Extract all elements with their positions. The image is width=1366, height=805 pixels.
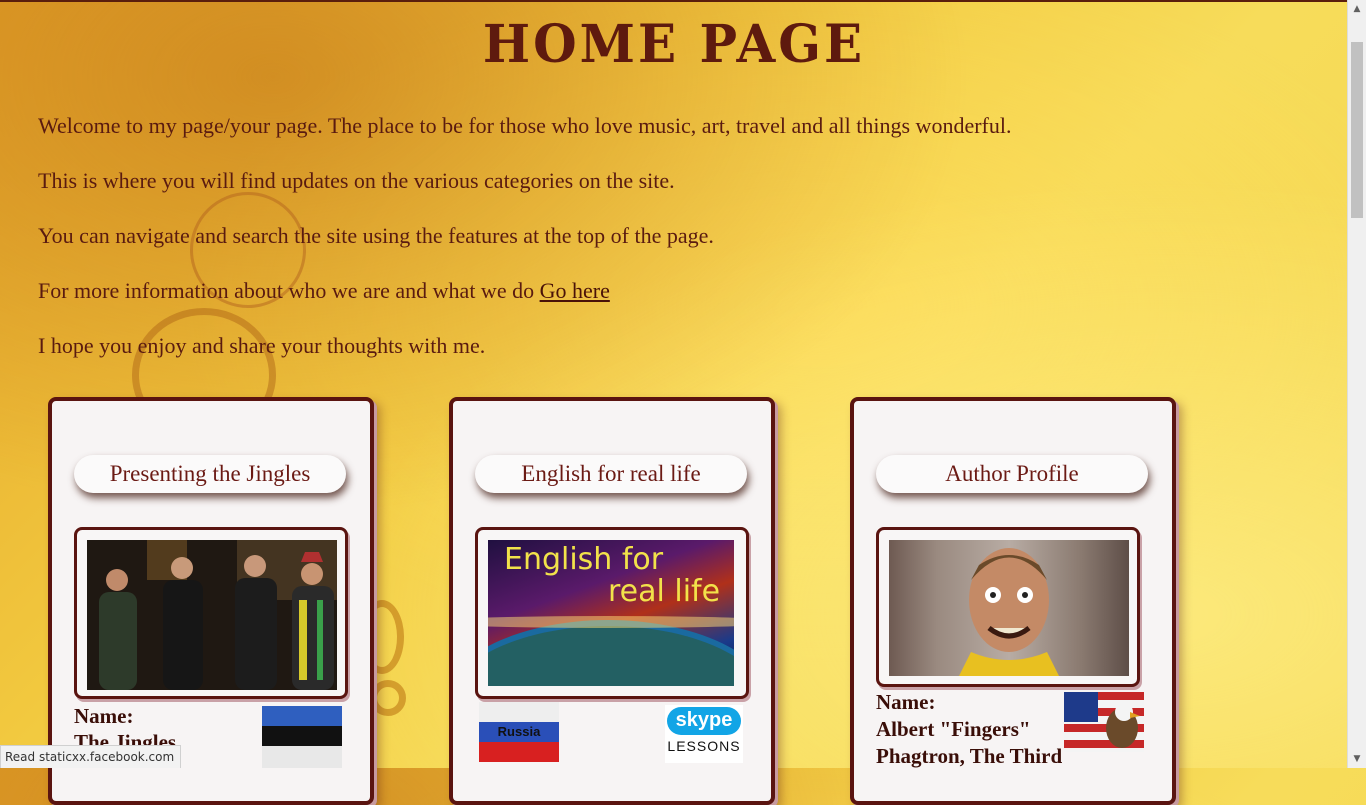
top-border-line: [0, 0, 1348, 2]
banner-line2: real life: [608, 574, 721, 609]
card-title-button[interactable]: Author Profile: [876, 455, 1148, 493]
estonia-flag-icon: [262, 706, 342, 768]
intro-paragraph: I hope you enjoy and share your thoughts…: [38, 333, 486, 358]
skype-lessons-logo: skype LESSONS: [665, 705, 743, 763]
author-illustration: [959, 548, 1059, 676]
skype-label: skype: [667, 707, 741, 735]
russia-label: Russia: [497, 724, 541, 739]
intro-paragraph-more-info: For more information about who we are an…: [38, 278, 610, 304]
card-english: English for real life English for real l…: [449, 397, 775, 805]
photo-frame: English for real life: [475, 527, 749, 699]
photo-frame: [74, 527, 348, 699]
scroll-down-arrow-icon[interactable]: ▼: [1348, 750, 1366, 768]
banner-line1: English for: [504, 542, 664, 577]
card-author-profile: Author Profile Name: Albert "Fingers" Ph…: [850, 397, 1176, 805]
card-title-button[interactable]: English for real life: [475, 455, 747, 493]
jingles-band-photo[interactable]: [87, 540, 337, 690]
card-title-button[interactable]: Presenting the Jingles: [74, 455, 346, 493]
eagle-icon: [1106, 703, 1140, 748]
english-banner-image[interactable]: English for real life: [488, 540, 734, 686]
scroll-up-arrow-icon[interactable]: ▲: [1348, 0, 1366, 18]
intro-paragraph: This is where you will find updates on t…: [38, 168, 675, 193]
name-label: Name:: [876, 690, 936, 714]
page-title: HOME PAGE: [482, 12, 866, 75]
go-here-link[interactable]: Go here: [540, 278, 610, 303]
browser-status-bar: Read staticxx.facebook.com: [0, 745, 182, 768]
decorative-swirl: [370, 680, 406, 716]
russia-flag-icon: Russia: [479, 702, 559, 762]
name-value-line2: Phagtron, The Third: [876, 744, 1063, 768]
usa-flag-eagle-icon: [1064, 692, 1144, 752]
intro-paragraph: You can navigate and search the site usi…: [38, 223, 714, 248]
lessons-label: LESSONS: [667, 738, 741, 754]
scrollbar-thumb[interactable]: [1351, 42, 1363, 218]
card-jingles: Presenting the Jingles Name: The Jingles: [48, 397, 374, 805]
intro-paragraph: Welcome to my page/your page. The place …: [38, 113, 1012, 138]
name-value-line1: Albert "Fingers": [876, 717, 1031, 741]
name-label: Name:: [74, 704, 134, 728]
author-photo[interactable]: [889, 540, 1129, 676]
photo-frame: [876, 527, 1140, 687]
vertical-scrollbar[interactable]: ▲ ▼: [1347, 0, 1366, 768]
intro-more-info-text: For more information about who we are an…: [38, 278, 540, 303]
band-illustration: [87, 540, 337, 690]
